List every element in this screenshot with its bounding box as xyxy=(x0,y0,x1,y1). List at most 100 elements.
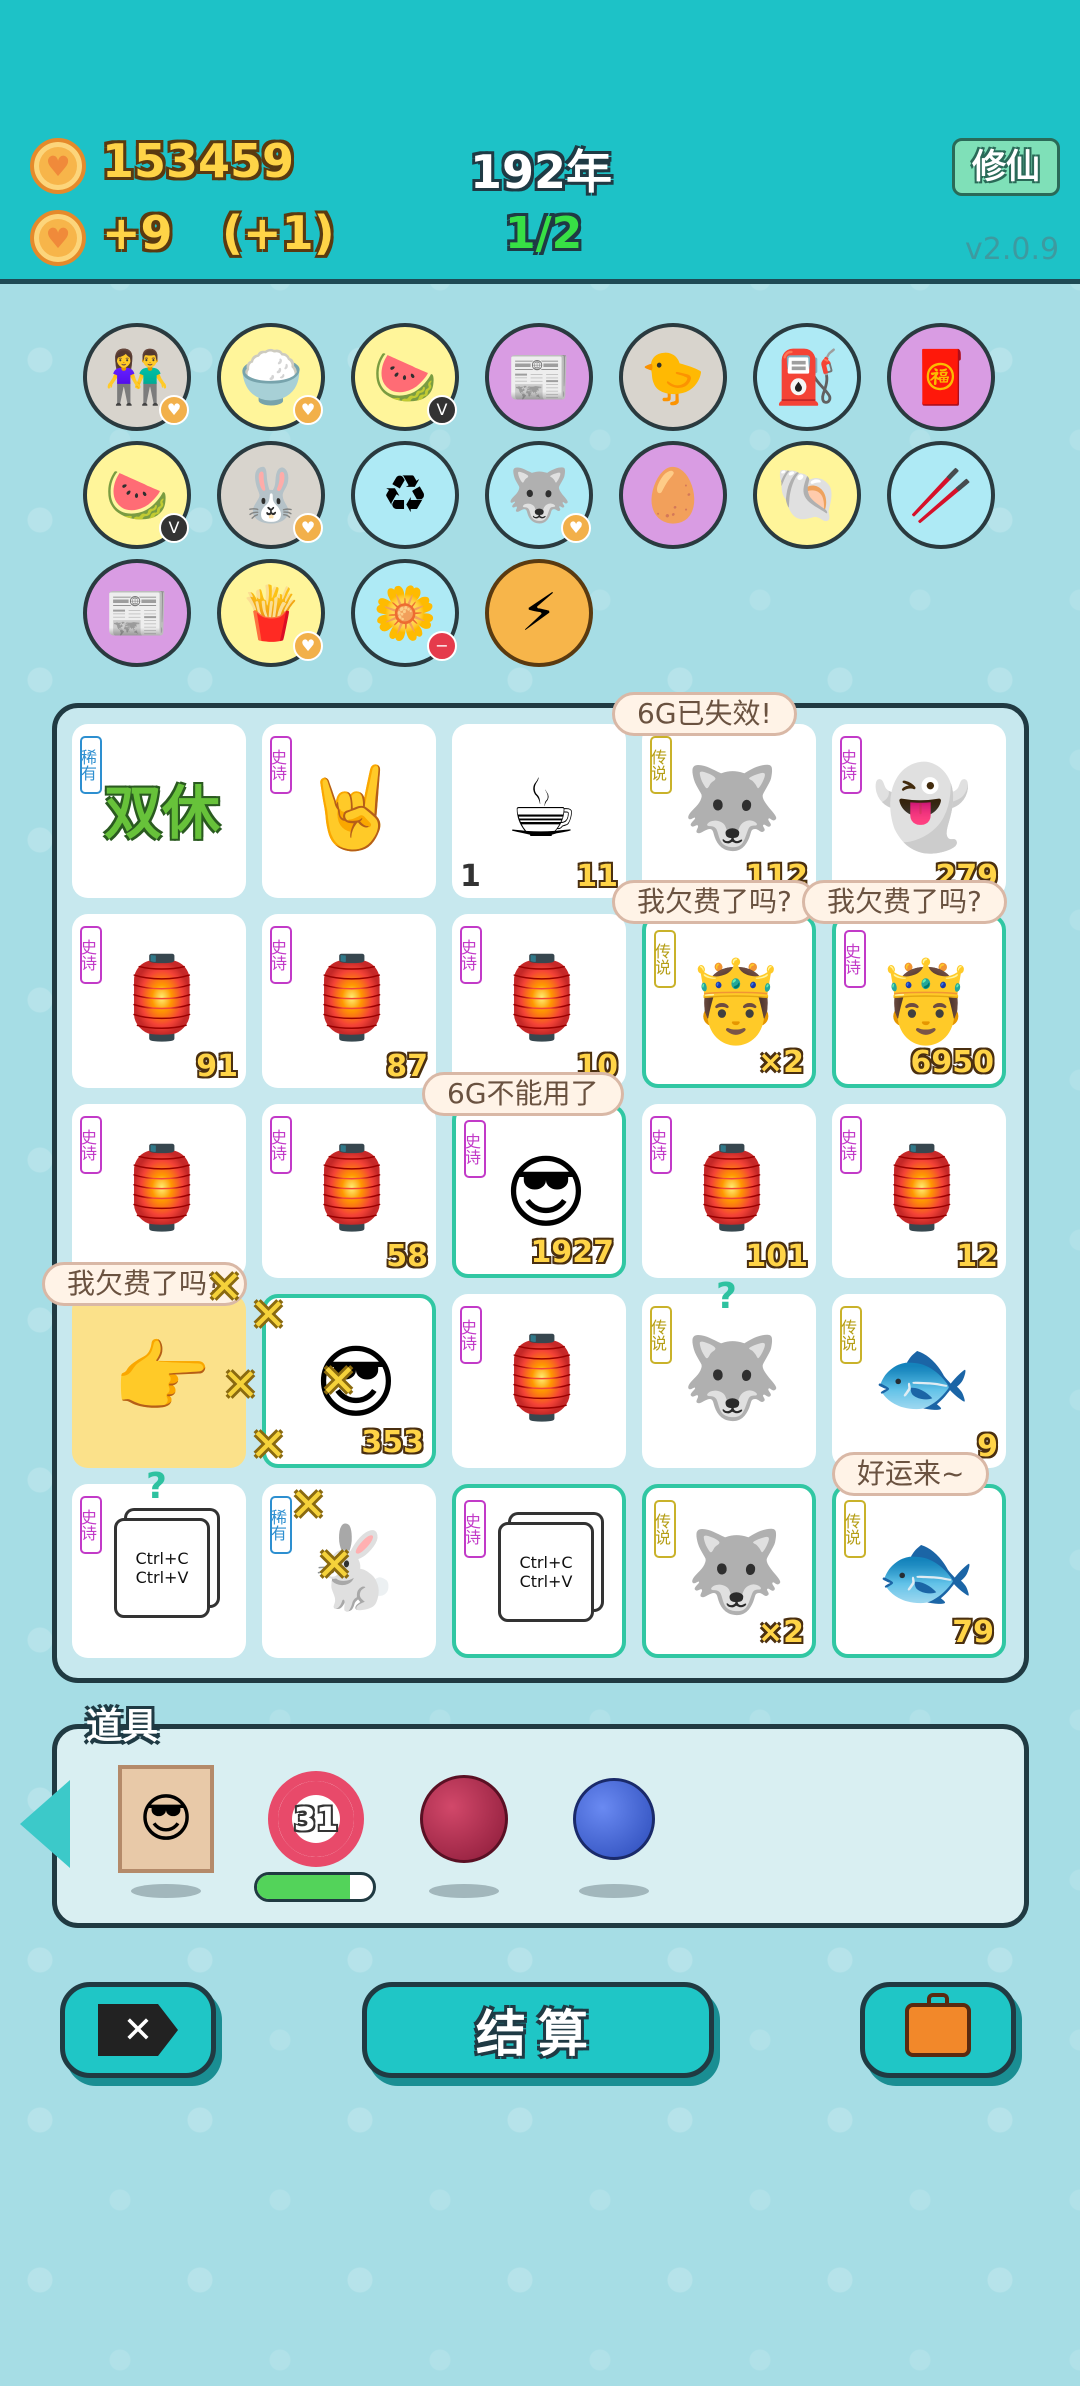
rarity-tag: 稀有 xyxy=(268,1496,292,1554)
king-husky-icon: 🐺 xyxy=(686,1525,786,1618)
rarity-tag: 史诗 xyxy=(78,1116,102,1174)
board-tile[interactable]: 👉 xyxy=(72,1294,246,1468)
speech-bubble: 好运来~ xyxy=(832,1452,990,1496)
rabbit-house-icon: 🏮 xyxy=(112,1141,212,1234)
portrait-frame-item[interactable]: 😎 xyxy=(116,1764,216,1874)
collection-husky-slot[interactable]: 🐺 ♥ xyxy=(485,441,593,549)
board-tile[interactable]: ☕ 1 11 xyxy=(452,724,626,898)
board-tile[interactable]: 传说 🐟 9 xyxy=(832,1294,1006,1468)
lychee-item[interactable] xyxy=(414,1764,514,1874)
collection-pump-slot[interactable]: ⛽ xyxy=(753,323,861,431)
year-display: 192年 xyxy=(470,145,613,199)
board-tile[interactable]: 史诗 🤴 6950 xyxy=(832,914,1006,1088)
board-tile[interactable]: 传说 🐟 79 xyxy=(832,1484,1006,1658)
rarity-tag: 史诗 xyxy=(838,1116,862,1174)
ring-item[interactable]: 31 xyxy=(266,1764,366,1874)
board-tile[interactable]: 传说 🐺 ×2 xyxy=(642,1484,816,1658)
board-tile[interactable]: 史诗 Ctrl+C Ctrl+V xyxy=(452,1484,626,1658)
ring-progress-bar xyxy=(254,1872,376,1902)
ctrl-cv-line: Ctrl+C xyxy=(519,1553,573,1572)
board-tile[interactable]: 史诗 Ctrl+C Ctrl+V xyxy=(72,1484,246,1658)
board-tile[interactable]: 史诗 🏮 58 xyxy=(262,1104,436,1278)
tile-value: 6950 xyxy=(910,1045,995,1080)
rarity-tag: 史诗 xyxy=(268,1116,292,1174)
tile-value: 11 xyxy=(576,859,618,894)
time-magazine-icon: 📰 xyxy=(506,347,572,408)
coin-badge-icon: ♥ xyxy=(293,631,323,661)
briefcase-icon xyxy=(905,1993,971,2057)
collection-flower-pot-slot[interactable]: 🌼 − xyxy=(351,559,459,667)
collection-red-envelope-slot[interactable]: 🧧 xyxy=(887,323,995,431)
collection-rice-bowl-slot[interactable]: 🍚 ♥ xyxy=(217,323,325,431)
collection-couple-slot[interactable]: 👫 ♥ xyxy=(83,323,191,431)
rarity-tag: 史诗 xyxy=(462,1500,486,1558)
board-tile[interactable]: 稀有 双休 xyxy=(72,724,246,898)
coffee-cup-icon: ☕ xyxy=(506,761,578,855)
rarity-tag: 稀有 xyxy=(78,736,102,794)
income-coin-icon xyxy=(30,210,86,266)
coin-icon xyxy=(30,138,86,194)
backpack-button[interactable] xyxy=(860,1982,1016,2078)
rabbit-house-icon: 🏮 xyxy=(112,951,212,1044)
tile-value: 101 xyxy=(745,1239,808,1274)
collection-chick-egg-slot[interactable]: 🐤 xyxy=(619,323,727,431)
xiuxian-button[interactable]: 修仙 xyxy=(952,138,1060,196)
board-tile[interactable]: 传说 🤴 ×2 xyxy=(642,914,816,1088)
rarity-tag: 传说 xyxy=(838,1306,862,1364)
collection-time-magazine-slot[interactable]: 📰 xyxy=(485,323,593,431)
board-tile[interactable]: 史诗 🏮 xyxy=(72,1104,246,1278)
collection-fruit-basket-slot[interactable]: 🍉 V xyxy=(83,441,191,549)
collection-shell-slot[interactable]: 🐚 xyxy=(753,441,861,549)
tile-value: 79 xyxy=(952,1615,994,1650)
item-shadow xyxy=(131,1884,201,1898)
board-tile[interactable]: 史诗 🏮 10 xyxy=(452,914,626,1088)
rabbit-house-icon: 🏮 xyxy=(872,1141,972,1234)
question-mark-icon: ? xyxy=(716,1276,737,1317)
collection-chopsticks-slot[interactable]: 🥢 xyxy=(887,441,995,549)
rabbit-house-icon: 🏮 xyxy=(302,1141,402,1234)
speech-bubble: 我欠费了吗? xyxy=(802,880,1007,924)
couple-icon: 👫 xyxy=(104,347,170,408)
rarity-tag: 史诗 xyxy=(78,1496,102,1554)
recycle-bag-icon: ♻ xyxy=(381,465,429,525)
rarity-tag: 传说 xyxy=(648,1306,672,1364)
blueberry-item[interactable] xyxy=(564,1764,664,1874)
board-tile[interactable]: 史诗 🏮 91 xyxy=(72,914,246,1088)
tile-value: 91 xyxy=(196,1049,238,1084)
left-arrow-icon[interactable] xyxy=(20,1780,70,1868)
ctrl-cv-line: Ctrl+C xyxy=(135,1549,189,1568)
collection-fruit-basket-slot[interactable]: 🍉 V xyxy=(351,323,459,431)
rarity-tag: 史诗 xyxy=(268,736,292,794)
board-tile[interactable]: 史诗 🤘 xyxy=(262,724,436,898)
board-tile[interactable]: 史诗 👻 279 xyxy=(832,724,1006,898)
close-button[interactable]: ✕ xyxy=(60,1982,216,2078)
ctrl-cv-card: Ctrl+C Ctrl+V xyxy=(498,1522,594,1622)
collection-recycle-bag-slot[interactable]: ♻ xyxy=(351,441,459,549)
settle-label: 结算 xyxy=(476,2005,600,2063)
board-tile[interactable]: 史诗 🏮 101 xyxy=(642,1104,816,1278)
settle-button[interactable]: 结算 xyxy=(362,1982,714,2078)
tile-value: 12 xyxy=(956,1239,998,1274)
close-icon: ✕ xyxy=(98,2004,178,2056)
ctrl-cv-icon: Ctrl+C Ctrl+V xyxy=(102,1508,222,1628)
collection-rabbit-slot[interactable]: 🐰 ♥ xyxy=(217,441,325,549)
rarity-tag: 史诗 xyxy=(842,930,866,988)
collection-fries-slot[interactable]: 🍟 ♥ xyxy=(217,559,325,667)
collection-time-magazine-slot[interactable]: 📰 xyxy=(83,559,191,667)
x-mark-icon: ✕ xyxy=(250,1420,287,1471)
board-tile[interactable]: 传说 🐺 xyxy=(642,1294,816,1468)
minus-badge-icon: − xyxy=(427,631,457,661)
board-tile[interactable]: 史诗 🏮 xyxy=(452,1294,626,1468)
rarity-tag: 史诗 xyxy=(458,926,482,984)
board-tile[interactable]: 史诗 🏮 12 xyxy=(832,1104,1006,1278)
collection-lightning-slot[interactable]: ⚡ xyxy=(485,559,593,667)
v-badge-icon: V xyxy=(159,513,189,543)
board-tile[interactable]: 史诗 🏮 87 xyxy=(262,914,436,1088)
board-tile[interactable]: 传说 🐺 112 xyxy=(642,724,816,898)
shuangxiu-text: 双休 xyxy=(103,779,220,847)
board-tile[interactable]: 史诗 😎 1927 xyxy=(452,1104,626,1278)
speech-bubble: 我欠费了吗? xyxy=(612,880,817,924)
collection-egg-slot[interactable]: 🥚 xyxy=(619,441,727,549)
koi-fish-icon: 🐟 xyxy=(872,1331,972,1424)
egg-icon: 🥚 xyxy=(640,465,706,526)
